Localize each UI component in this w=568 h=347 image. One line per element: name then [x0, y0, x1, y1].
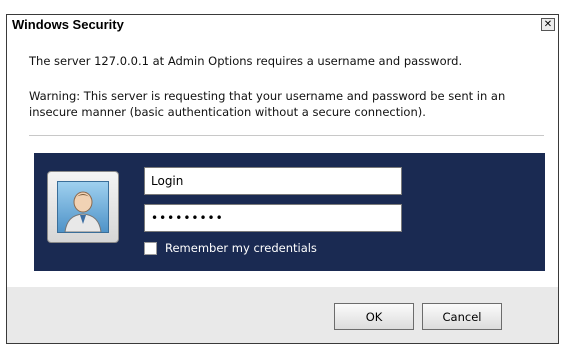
- close-button[interactable]: ✕: [541, 18, 555, 31]
- server-message: The server 127.0.0.1 at Admin Options re…: [29, 54, 463, 68]
- cancel-button[interactable]: Cancel: [422, 303, 502, 330]
- dialog-content: The server 127.0.0.1 at Admin Options re…: [7, 35, 558, 287]
- close-icon: ✕: [543, 18, 553, 30]
- credential-panel: Remember my credentials: [34, 153, 545, 271]
- title-bar[interactable]: Windows Security ✕: [7, 15, 558, 35]
- separator: [29, 135, 544, 136]
- button-bar: OK Cancel: [7, 287, 558, 343]
- warning-message: Warning: This server is requesting that …: [29, 89, 506, 119]
- password-input[interactable]: [144, 204, 402, 232]
- remember-label[interactable]: Remember my credentials: [165, 241, 317, 255]
- username-input[interactable]: [144, 167, 402, 195]
- dialog-title: Windows Security: [12, 17, 124, 32]
- person-silhouette-icon: [64, 191, 102, 232]
- security-dialog: Windows Security ✕ The server 127.0.0.1 …: [6, 14, 559, 344]
- remember-row[interactable]: Remember my credentials: [144, 241, 317, 255]
- ok-button[interactable]: OK: [334, 303, 414, 330]
- user-avatar-icon: [47, 171, 119, 243]
- avatar: [57, 181, 109, 233]
- remember-checkbox[interactable]: [144, 241, 157, 255]
